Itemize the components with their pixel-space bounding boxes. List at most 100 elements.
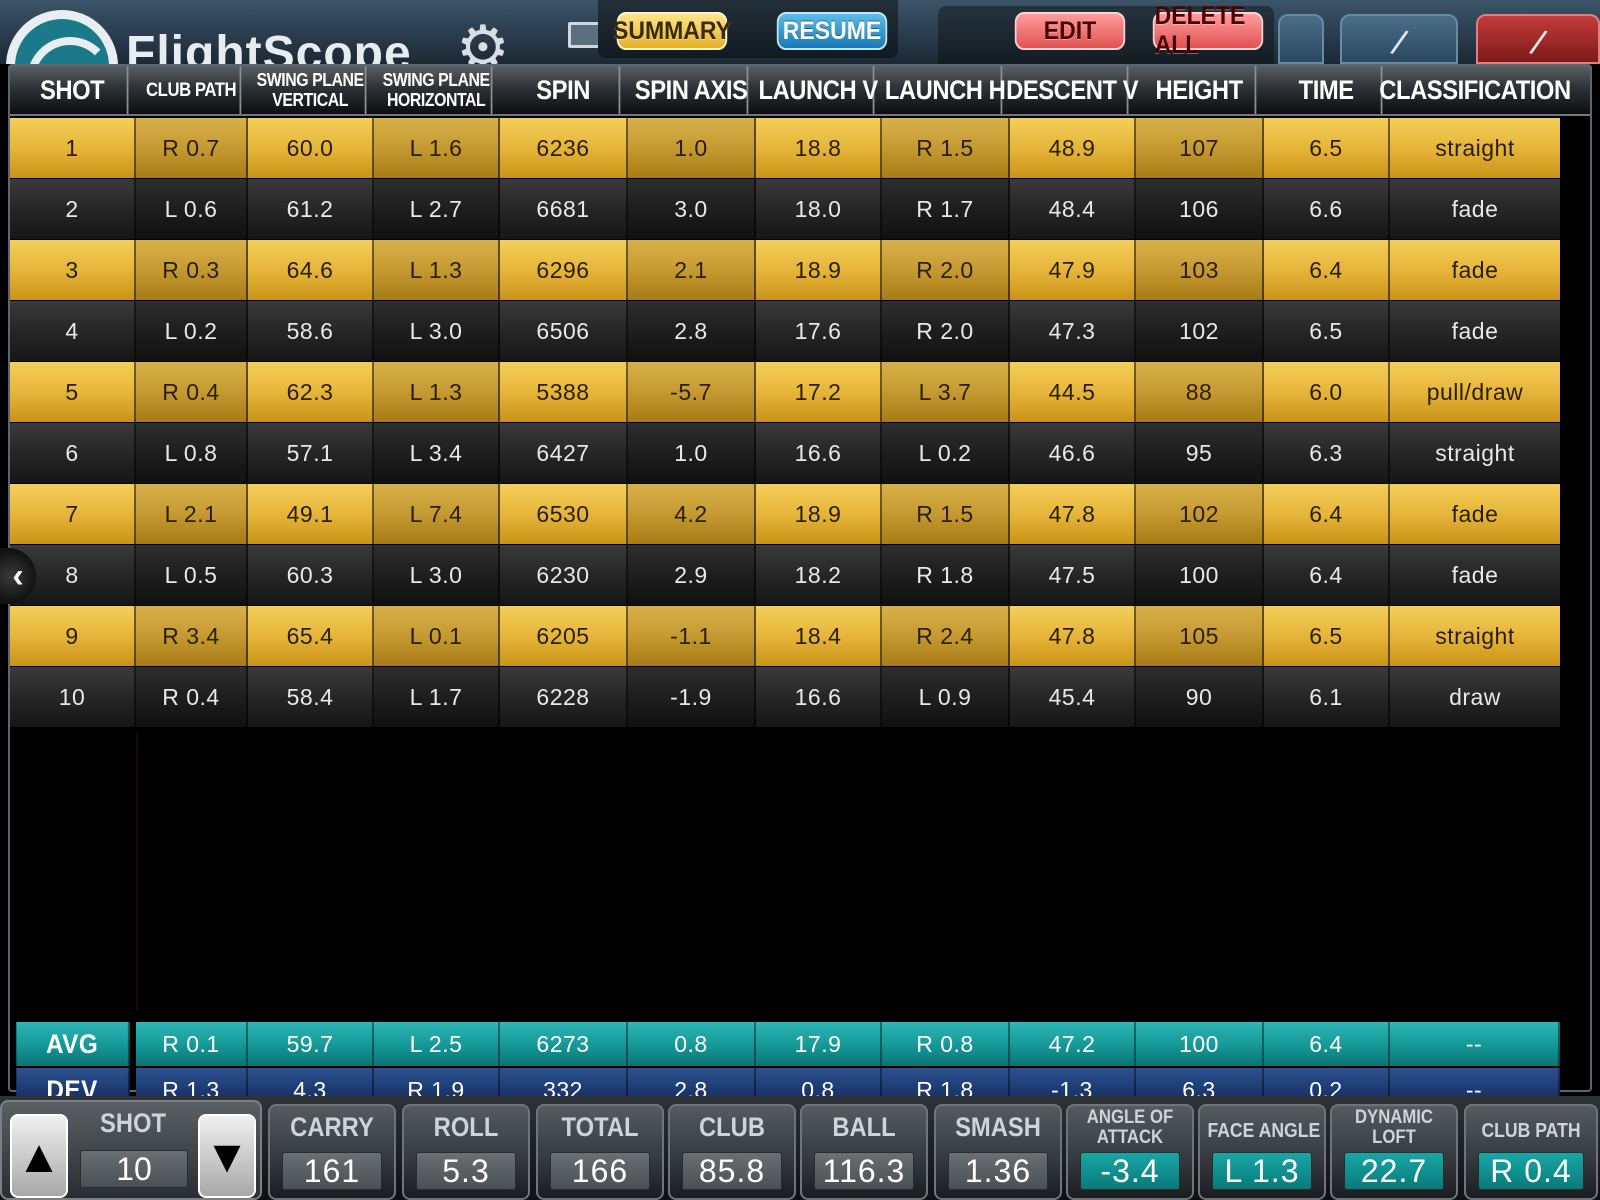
cell-spin-axis: 4.2	[628, 484, 756, 544]
monitor-icon[interactable]	[568, 22, 602, 48]
club-icon: /	[1387, 21, 1411, 64]
header-swing-plane-horizontal[interactable]: SWING PLANE HORIZONTAL	[382, 66, 493, 114]
cell-time: 6.6	[1264, 179, 1390, 239]
header-label: SPIN AXIS	[634, 74, 748, 105]
cell-spin: 6296	[500, 240, 628, 300]
cell-time: 6.4	[1264, 484, 1390, 544]
metric-label-line: ANGLE OF	[1086, 1107, 1174, 1128]
carry-metric[interactable]: CARRY 161	[268, 1104, 396, 1200]
club-path-value: R 0.4	[1478, 1152, 1584, 1190]
smash-metric[interactable]: SMASH 1.36	[934, 1104, 1062, 1200]
avg-launch-h: R 0.8	[882, 1022, 1010, 1066]
cell-launch-v: 18.9	[756, 240, 882, 300]
header-launch-v[interactable]: LAUNCH V	[759, 66, 878, 114]
angle-of-attack-metric[interactable]: ANGLE OF ATTACK -3.4	[1066, 1104, 1194, 1200]
cell-shot: 10	[10, 667, 136, 727]
carry-value: 161	[282, 1152, 382, 1190]
cell-swing-plane-vertical: 58.4	[248, 667, 374, 727]
cell-swing-plane-vertical: 49.1	[248, 484, 374, 544]
header-classification[interactable]: CLASSIFICATION	[1379, 66, 1571, 114]
cell-classification: straight	[1390, 118, 1560, 178]
cell-swing-plane-vertical: 64.6	[248, 240, 374, 300]
cell-descent-v: 48.4	[1010, 179, 1136, 239]
header-launch-h[interactable]: LAUNCH H	[885, 66, 1006, 114]
avg-spin: 6273	[500, 1022, 628, 1066]
total-metric[interactable]: TOTAL 166	[536, 1104, 664, 1200]
club-metric[interactable]: CLUB 85.8	[668, 1104, 796, 1200]
cell-swing-plane-vertical: 61.2	[248, 179, 374, 239]
cell-classification: fade	[1390, 484, 1560, 544]
cell-spin-axis: 1.0	[628, 118, 756, 178]
summary-button[interactable]: SUMMARY	[613, 12, 731, 50]
table-row[interactable]: 10 R 0.4 58.4 L 1.7 6228 -1.9 16.6 L 0.9 45.4 90 6…	[10, 667, 1590, 728]
club-label: CLUB	[677, 1112, 786, 1143]
table-row[interactable]: 3R 0.3 64.6 L 1.3 6296 2.1 18.9 R 2.0 47.9 103 6.…	[10, 240, 1590, 301]
header-spin[interactable]: SPIN	[508, 66, 621, 114]
resume-button[interactable]: RESUME	[776, 12, 888, 50]
cell-spin: 5388	[500, 362, 628, 422]
delete-all-button[interactable]: DELETE ALL	[1152, 2, 1264, 59]
dynamic-loft-metric[interactable]: DYNAMIC LOFT 22.7	[1330, 1104, 1458, 1200]
header-spin-axis[interactable]: SPIN AXIS	[634, 66, 749, 114]
face-angle-value: L 1.3	[1212, 1152, 1312, 1190]
cell-swing-plane-horizontal: L 0.1	[374, 606, 500, 666]
header-shot[interactable]: SHOT	[18, 66, 129, 114]
cell-club-path: L 0.2	[136, 301, 248, 361]
header-descent-v[interactable]: DESCENT V	[1006, 66, 1139, 114]
cell-classification: straight	[1390, 423, 1560, 483]
avg-launch-v: 17.9	[756, 1022, 882, 1066]
table-row[interactable]: 4L 0.2 58.6 L 3.0 6506 2.8 17.6 R 2.0 47.3 102 6.…	[10, 301, 1590, 362]
dynamic-loft-label: DYNAMIC LOFT	[1339, 1108, 1448, 1148]
club-path-label: CLUB PATH	[1474, 1120, 1588, 1143]
cell-club-path: R 3.4	[136, 606, 248, 666]
cell-launch-v: 18.0	[756, 179, 882, 239]
cell-swing-plane-horizontal: L 1.3	[374, 362, 500, 422]
top-bar: FlightScope ⚙ SUMMARY RESUME EDIT DELETE…	[0, 0, 1600, 64]
metric-label-line: ROLL	[433, 1112, 499, 1142]
table-row[interactable]: 9R 3.4 65.4 L 0.1 6205 -1.1 18.4 R 2.4 47.8 105 6…	[10, 606, 1590, 667]
table-row[interactable]: 7L 2.1 49.1 L 7.4 6530 4.2 18.9 R 1.5 47.8 102 6.…	[10, 484, 1590, 545]
club-view-button[interactable]: /	[1340, 14, 1458, 64]
cell-swing-plane-vertical: 58.6	[248, 301, 374, 361]
cell-height: 105	[1136, 606, 1264, 666]
cell-descent-v: 44.5	[1010, 362, 1136, 422]
table-row[interactable]: 5R 0.4 62.3 L 1.3 5388 -5.7 17.2 L 3.7 44.5 88 6.…	[10, 362, 1590, 423]
table-row[interactable]: 1R 0.7 60.0 L 1.6 6236 1.0 18.8 R 1.5 48.9 107 6.…	[10, 118, 1590, 179]
gear-icon[interactable]: ⚙	[456, 18, 510, 65]
header-time[interactable]: TIME	[1272, 66, 1383, 114]
header-swing-plane-vertical[interactable]: SWING PLANE VERTICAL	[256, 66, 367, 114]
cell-shot: 4	[10, 301, 136, 361]
cell-spin: 6681	[500, 179, 628, 239]
cell-swing-plane-vertical: 60.3	[248, 545, 374, 605]
header-club-path[interactable]: CLUB PATH	[143, 66, 242, 114]
metric-label-line: DYNAMIC	[1354, 1107, 1434, 1128]
cell-spin: 6205	[500, 606, 628, 666]
cell-spin: 6530	[500, 484, 628, 544]
header-height[interactable]: HEIGHT	[1144, 66, 1257, 114]
triangle-down-icon[interactable]: ▼	[198, 1114, 256, 1198]
total-value: 166	[550, 1152, 650, 1190]
cell-spin-axis: -1.1	[628, 606, 756, 666]
table-row[interactable]: 8L 0.5 60.3 L 3.0 6230 2.9 18.2 R 1.8 47.5 100 6.…	[10, 545, 1590, 606]
cell-classification: fade	[1390, 179, 1560, 239]
cell-club-path: L 0.5	[136, 545, 248, 605]
metric-label-line: TOTAL	[561, 1112, 639, 1142]
cell-spin: 6230	[500, 545, 628, 605]
table-row[interactable]: 6L 0.8 57.1 L 3.4 6427 1.0 16.6 L 0.2 46.6 95 6.3…	[10, 423, 1590, 484]
view-toggle-button[interactable]	[1278, 14, 1324, 64]
edit-button[interactable]: EDIT	[1014, 12, 1126, 50]
cell-descent-v: 47.8	[1010, 484, 1136, 544]
table-row[interactable]: 2L 0.6 61.2 L 2.7 6681 3.0 18.0 R 1.7 48.4 106 6.…	[10, 179, 1590, 240]
cell-shot: 5	[10, 362, 136, 422]
roll-metric[interactable]: ROLL 5.3	[402, 1104, 530, 1200]
cell-classification: pull/draw	[1390, 362, 1560, 422]
header-label: LAUNCH H	[884, 74, 1006, 105]
header-label: SWING PLANE	[382, 70, 490, 90]
cell-launch-v: 17.2	[756, 362, 882, 422]
cell-height: 102	[1136, 484, 1264, 544]
club-select-button[interactable]: /	[1476, 14, 1600, 64]
club-path-metric[interactable]: CLUB PATH R 0.4	[1464, 1104, 1598, 1200]
ball-metric[interactable]: BALL 116.3	[800, 1104, 928, 1200]
triangle-up-icon[interactable]: ▲	[10, 1114, 68, 1198]
face-angle-metric[interactable]: FACE ANGLE L 1.3	[1198, 1104, 1326, 1200]
